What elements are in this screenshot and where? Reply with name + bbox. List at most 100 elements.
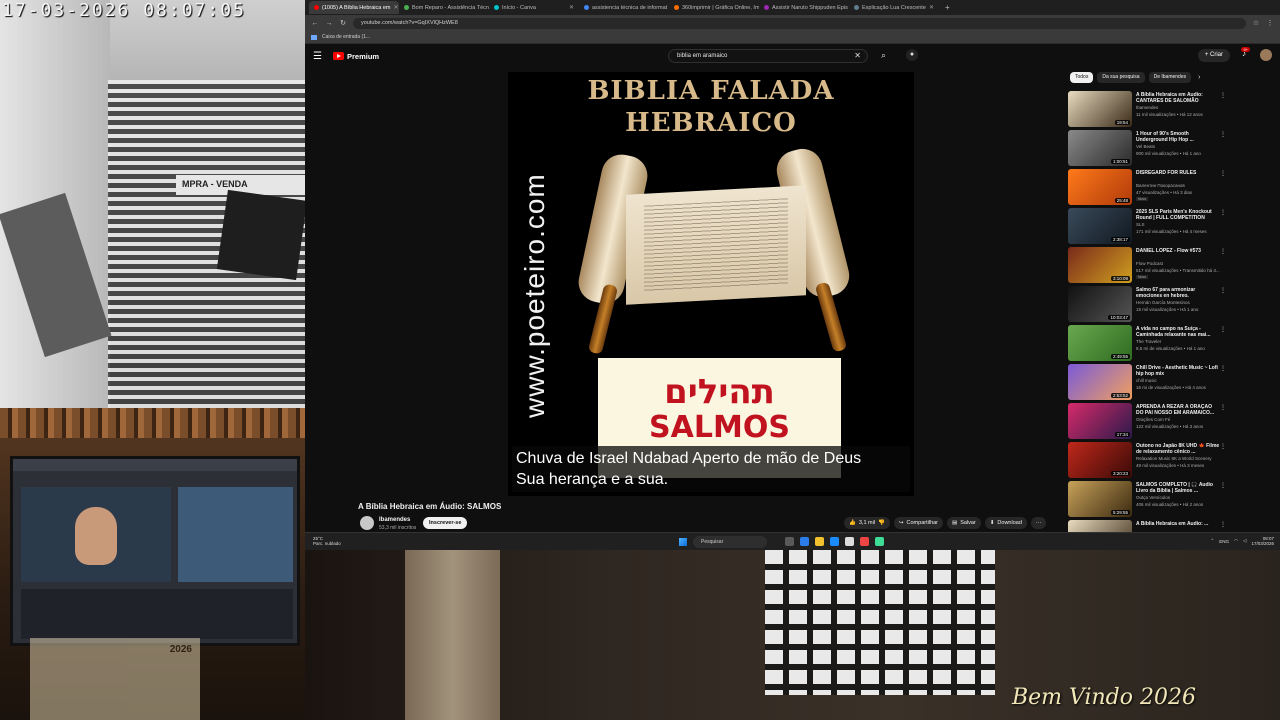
hamburger-icon[interactable]: ☰ bbox=[313, 51, 329, 62]
chip-from-channel[interactable]: De Ibamendes bbox=[1148, 72, 1192, 83]
close-tab-icon[interactable]: ✕ bbox=[393, 4, 398, 11]
channel-avatar[interactable] bbox=[360, 516, 374, 530]
search-icon[interactable]: ⌕ bbox=[881, 50, 886, 61]
recommendation-title[interactable]: SALMOS COMPLETO | 🎧 Áudio Livro da Bíbli… bbox=[1136, 482, 1220, 494]
more-options-icon[interactable]: ⋮ bbox=[1220, 326, 1226, 333]
recommendation-item[interactable]: 25:48 DISREGARD FOR RULES Валентин Покорас… bbox=[1068, 168, 1228, 207]
recommendation-title[interactable]: A Bíblia Hebraica em Áudio: ... bbox=[1136, 521, 1220, 527]
browser-tab[interactable]: Assistir Naruto Shippuden Epis✕ bbox=[759, 1, 849, 14]
more-actions-button[interactable]: ··· bbox=[1030, 517, 1047, 529]
recommendation-item[interactable]: 3:10:09 DANIEL LOPEZ - Flow #573 Flow Podc… bbox=[1068, 246, 1228, 285]
dislike-icon[interactable]: 👎 bbox=[878, 517, 885, 529]
recommendation-thumbnail[interactable]: 2:49:55 bbox=[1068, 325, 1132, 361]
star-icon[interactable]: ☆ bbox=[1252, 19, 1260, 27]
recommendation-title[interactable]: Salmo 67 para armonizar emociones en heb… bbox=[1136, 287, 1220, 299]
clear-icon[interactable]: ✕ bbox=[854, 51, 861, 60]
search-input[interactable]: biblia em aramaico ✕ bbox=[668, 49, 868, 63]
file-explorer-icon[interactable] bbox=[815, 537, 824, 546]
back-icon[interactable]: ← bbox=[311, 20, 319, 27]
volume-icon[interactable]: ◁ bbox=[1243, 538, 1246, 544]
close-tab-icon[interactable]: ✕ bbox=[929, 4, 934, 11]
recommendation-title[interactable]: A Bíblia Hebraica em Áudio: CANTARES DE … bbox=[1136, 92, 1220, 104]
browser-tab[interactable]: Bom Reparo - Assistência Técni✕ bbox=[399, 1, 489, 14]
edge-icon[interactable] bbox=[830, 537, 839, 546]
youtube-app-icon[interactable] bbox=[860, 537, 869, 546]
recommendation-title[interactable]: 1 Hour of 90's Smooth Underground Hip Ho… bbox=[1136, 131, 1220, 143]
more-options-icon[interactable]: ⋮ bbox=[1220, 131, 1226, 138]
more-options-icon[interactable]: ⋮ bbox=[1220, 521, 1226, 528]
recommendation-channel[interactable]: Hernán García Montesinos bbox=[1136, 300, 1190, 305]
chip-all[interactable]: Todos bbox=[1070, 72, 1094, 83]
recommendation-channel[interactable]: chill music bbox=[1136, 378, 1157, 383]
recommendation-item[interactable]: 17:34 APRENDA A REZAR A ORAÇÃO DO PAI NOS… bbox=[1068, 402, 1228, 441]
recommendation-item[interactable]: 2:49:55 A vida no campo na Suíça - Caminh… bbox=[1068, 324, 1228, 363]
weather-widget[interactable]: 25°C Parc. nublado bbox=[313, 536, 341, 546]
browser-tab[interactable]: Início - Canva ✕ bbox=[489, 1, 579, 14]
save-button[interactable]: ▤ Salvar bbox=[947, 517, 981, 529]
wifi-icon[interactable]: ◠ bbox=[1234, 538, 1238, 544]
recommendation-title[interactable]: Chill Drive - Aesthetic Music ~ Lofi hip… bbox=[1136, 365, 1220, 377]
new-tab-button[interactable]: + bbox=[939, 3, 956, 12]
recommendation-title[interactable]: APRENDA A REZAR A ORAÇÃO DO PAI NOSSO EM… bbox=[1136, 404, 1220, 416]
browser-tab[interactable]: Explicação Lua Crescente ✕ bbox=[849, 1, 939, 14]
more-options-icon[interactable]: ⋮ bbox=[1220, 209, 1226, 216]
recommendation-item[interactable]: 2:38:17 2025 SLS Paris Men's Knockout Rou… bbox=[1068, 207, 1228, 246]
recommendation-item[interactable]: 10:03:47 Salmo 67 para armonizar emocione… bbox=[1068, 285, 1228, 324]
clock[interactable]: 08:07 17/03/2026 bbox=[1251, 536, 1274, 546]
forward-icon[interactable]: → bbox=[325, 20, 333, 27]
create-button[interactable]: + Criar bbox=[1197, 49, 1230, 62]
recommendation-title[interactable]: Outono no Japão 8K UHD 🍁 Filme de relaxa… bbox=[1136, 443, 1220, 455]
taskbar-search[interactable]: Pesquisar bbox=[693, 536, 767, 548]
recommendation-channel[interactable]: Flow Podcast bbox=[1136, 261, 1163, 266]
recommendation-thumbnail[interactable]: 1:00:51 bbox=[1068, 130, 1132, 166]
menu-icon[interactable]: ⋮ bbox=[1266, 19, 1274, 27]
more-options-icon[interactable]: ⋮ bbox=[1220, 404, 1226, 411]
chrome-icon[interactable] bbox=[800, 537, 809, 546]
recommendation-title[interactable]: A vida no campo na Suíça - Caminhada rel… bbox=[1136, 326, 1220, 338]
video-player[interactable]: BIBLIA FALADA HEBRAICO www.poeteiro.com … bbox=[508, 72, 914, 496]
reload-icon[interactable]: ↻ bbox=[339, 19, 347, 27]
chevron-right-icon[interactable]: › bbox=[1195, 72, 1203, 83]
recommendation-item[interactable]: 1:00:51 1 Hour of 90's Smooth Underground… bbox=[1068, 129, 1228, 168]
recommendation-item[interactable]: 3:20:23 Outono no Japão 8K UHD 🍁 Filme de… bbox=[1068, 441, 1228, 480]
recommendation-channel[interactable]: Relaxation Music 8K a World Scenery bbox=[1136, 456, 1211, 461]
recommendation-channel[interactable]: Outça Versículos bbox=[1136, 495, 1170, 500]
recommendation-item[interactable]: 19:54 A Bíblia Hebraica em Áudio: CANTARE… bbox=[1068, 90, 1228, 129]
more-options-icon[interactable]: ⋮ bbox=[1220, 170, 1226, 177]
recommendation-thumbnail[interactable]: 3:10:09 bbox=[1068, 247, 1132, 283]
recommendation-channel[interactable]: The Traveler bbox=[1136, 339, 1161, 344]
more-options-icon[interactable]: ⋮ bbox=[1220, 92, 1226, 99]
recommendation-thumbnail[interactable]: 17:34 bbox=[1068, 403, 1132, 439]
language-indicator[interactable]: ENG bbox=[1219, 539, 1229, 544]
browser-tab[interactable]: (1005) A Bíblia Hebraica em ✕ bbox=[309, 1, 399, 14]
recommendation-thumbnail[interactable]: 19:54 bbox=[1068, 91, 1132, 127]
more-options-icon[interactable]: ⋮ bbox=[1220, 287, 1226, 294]
share-button[interactable]: ↪ Compartilhar bbox=[893, 517, 944, 529]
task-view-icon[interactable] bbox=[785, 537, 794, 546]
subscribe-button[interactable]: Inscrever-se bbox=[423, 517, 468, 529]
recommendation-channel[interactable]: Ibamendes bbox=[1136, 105, 1158, 110]
recommendation-thumbnail[interactable]: 2:53:52 bbox=[1068, 364, 1132, 400]
recommendation-thumbnail[interactable]: 3:20:23 bbox=[1068, 442, 1132, 478]
bookmark-inbox[interactable]: Caixa de entrada (1... bbox=[322, 34, 370, 40]
chevron-up-icon[interactable]: ⌃ bbox=[1211, 538, 1215, 544]
more-options-icon[interactable]: ⋮ bbox=[1220, 482, 1226, 489]
green-app-icon[interactable] bbox=[875, 537, 884, 546]
like-button[interactable]: 👍 3,1 mil 👎 bbox=[844, 517, 890, 529]
recommendation-item[interactable]: 2:53:52 Chill Drive - Aesthetic Music ~ L… bbox=[1068, 363, 1228, 402]
recommendation-channel[interactable]: SLS bbox=[1136, 222, 1145, 227]
address-bar[interactable]: youtube.com/watch?v=GqIXVlQHzWE8 bbox=[353, 17, 1246, 29]
recommendation-thumbnail[interactable]: 2:38:17 bbox=[1068, 208, 1132, 244]
browser-tab[interactable]: 360imprimir | Gráfica Online, Im✕ bbox=[669, 1, 759, 14]
more-options-icon[interactable]: ⋮ bbox=[1220, 248, 1226, 255]
recommendation-title[interactable]: DISREGARD FOR RULES bbox=[1136, 170, 1220, 176]
channel-name[interactable]: Ibamendes bbox=[379, 517, 410, 523]
chip-from-search[interactable]: Da sua pesquisa bbox=[1097, 72, 1145, 83]
browser-tab[interactable]: assistencia técnica de informat✕ bbox=[579, 1, 669, 14]
youtube-logo[interactable]: Premium bbox=[333, 52, 379, 61]
recommendation-thumbnail[interactable]: 10:03:47 bbox=[1068, 286, 1132, 322]
recommendation-thumbnail[interactable]: 5:29:55 bbox=[1068, 481, 1132, 517]
recommendation-channel[interactable]: Vel Beats bbox=[1136, 144, 1155, 149]
recommendation-title[interactable]: DANIEL LOPEZ - Flow #573 bbox=[1136, 248, 1220, 254]
app-icon[interactable] bbox=[845, 537, 854, 546]
